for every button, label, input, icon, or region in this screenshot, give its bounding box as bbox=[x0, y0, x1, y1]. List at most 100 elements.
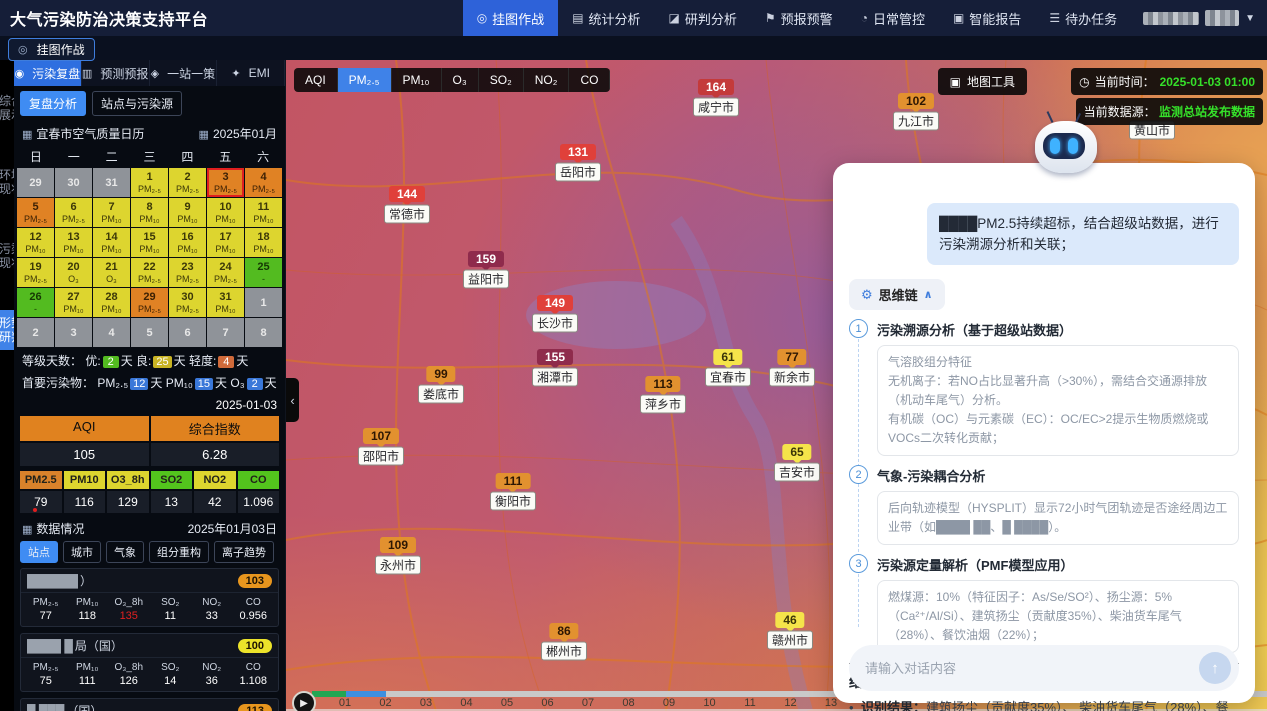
calendar-day-4[interactable]: 4PM₂.₅ bbox=[245, 168, 282, 197]
calendar-day-19[interactable]: 19PM₂.₅ bbox=[17, 258, 54, 287]
calendar-day-11[interactable]: 11PM₁₀ bbox=[245, 198, 282, 227]
city-label-赣州市[interactable]: 赣州市 bbox=[767, 631, 813, 650]
nav-item-预报预警[interactable]: ⚑预报预警 bbox=[751, 0, 847, 36]
nav-item-统计分析[interactable]: ▤统计分析 bbox=[558, 0, 654, 36]
city-label-常德市[interactable]: 常德市 bbox=[384, 205, 430, 224]
city-value-badge[interactable]: 131 bbox=[560, 144, 596, 160]
station-card[interactable]: ████ █局（国）100PM₂.₅PM₁₀O₃_8hSO₂NO₂CO75111… bbox=[20, 633, 279, 692]
calendar-day-5[interactable]: 5PM₂.₅ bbox=[17, 198, 54, 227]
calendar-day-9[interactable]: 9PM₁₀ bbox=[169, 198, 206, 227]
city-label-娄底市[interactable]: 娄底市 bbox=[418, 385, 464, 404]
calendar-day-21[interactable]: 21O₃ bbox=[93, 258, 130, 287]
calendar-day-10[interactable]: 10PM₁₀ bbox=[207, 198, 244, 227]
map-tab-AQI[interactable]: AQI bbox=[294, 68, 338, 92]
city-value-badge[interactable]: 149 bbox=[537, 295, 573, 311]
map-tab-SO₂[interactable]: SO₂ bbox=[479, 68, 524, 92]
calendar-day-26[interactable]: 26- bbox=[17, 288, 54, 317]
city-value-badge[interactable]: 113 bbox=[645, 376, 680, 392]
calendar-day-12[interactable]: 12PM₁₀ bbox=[17, 228, 54, 257]
panel-tab-预测预报[interactable]: ▥预测预报 bbox=[82, 60, 150, 86]
city-value-badge[interactable]: 109 bbox=[380, 537, 416, 553]
map-tab-NO₂[interactable]: NO₂ bbox=[524, 68, 570, 92]
tab-map-combat[interactable]: ◎ 挂图作战 bbox=[8, 38, 95, 61]
calendar-day-3[interactable]: 3 bbox=[55, 318, 92, 347]
map-tab-PM₁₀[interactable]: PM₁₀ bbox=[392, 68, 442, 92]
city-value-badge[interactable]: 99 bbox=[426, 366, 455, 382]
calendar-day-3[interactable]: 3PM₂.₅ bbox=[207, 168, 244, 197]
map-tab-PM₂.₅[interactable]: PM₂.₅ bbox=[338, 68, 392, 92]
calendar-month-select[interactable]: ▦2025年01月 bbox=[199, 125, 277, 142]
city-value-badge[interactable]: 164 bbox=[698, 79, 734, 95]
city-value-badge[interactable]: 46 bbox=[775, 612, 804, 628]
data-tab-城市[interactable]: 城市 bbox=[63, 541, 101, 563]
panel-tab-污染复盘[interactable]: ◉污染复盘 bbox=[14, 60, 82, 86]
calendar-day-22[interactable]: 22PM₂.₅ bbox=[131, 258, 168, 287]
calendar-day-8[interactable]: 8PM₁₀ bbox=[131, 198, 168, 227]
data-tab-站点[interactable]: 站点 bbox=[20, 541, 58, 563]
panel-collapse-handle[interactable]: ‹ bbox=[286, 378, 299, 422]
calendar-day-5[interactable]: 5 bbox=[131, 318, 168, 347]
city-label-长沙市[interactable]: 长沙市 bbox=[532, 314, 578, 333]
city-label-湘潭市[interactable]: 湘潭市 bbox=[532, 368, 578, 387]
city-value-badge[interactable]: 155 bbox=[537, 349, 573, 365]
city-label-吉安市[interactable]: 吉安市 bbox=[774, 463, 820, 482]
map-tab-O₃[interactable]: O₃ bbox=[442, 68, 479, 92]
play-button[interactable]: ▶ bbox=[292, 691, 316, 711]
strip-tab-形势研判[interactable]: 形势研判 bbox=[0, 310, 14, 350]
calendar-day-23[interactable]: 23PM₂.₅ bbox=[169, 258, 206, 287]
city-value-badge[interactable]: 159 bbox=[468, 251, 504, 267]
city-label-永州市[interactable]: 永州市 bbox=[375, 556, 421, 575]
panel-tab-一站一策[interactable]: ◈一站一策 bbox=[150, 60, 218, 86]
calendar-day-29[interactable]: 29 bbox=[17, 168, 54, 197]
city-label-邵阳市[interactable]: 邵阳市 bbox=[358, 447, 404, 466]
nav-item-研判分析[interactable]: ◪研判分析 bbox=[655, 0, 751, 36]
chat-input[interactable] bbox=[865, 661, 1199, 676]
nav-item-智能报告[interactable]: ▣智能报告 bbox=[939, 0, 1035, 36]
chain-of-thought-toggle[interactable]: ⚙ 思维链 ∧ bbox=[849, 279, 945, 310]
calendar-day-4[interactable]: 4 bbox=[93, 318, 130, 347]
city-label-咸宁市[interactable]: 咸宁市 bbox=[693, 98, 739, 117]
station-card[interactable]: █ ███（国）113PM₂.₅PM₁₀O₃_8hSO₂NO₂CO8511813… bbox=[20, 698, 279, 711]
calendar-day-8[interactable]: 8 bbox=[245, 318, 282, 347]
city-value-badge[interactable]: 102 bbox=[898, 93, 934, 109]
calendar-day-1[interactable]: 1PM₂.₅ bbox=[131, 168, 168, 197]
calendar-day-7[interactable]: 7PM₁₀ bbox=[93, 198, 130, 227]
calendar-day-16[interactable]: 16PM₁₀ bbox=[169, 228, 206, 257]
city-label-岳阳市[interactable]: 岳阳市 bbox=[555, 163, 601, 182]
map-tools-button[interactable]: ▣ 地图工具 bbox=[938, 68, 1027, 95]
city-label-新余市[interactable]: 新余市 bbox=[769, 368, 815, 387]
station-card[interactable]: ██████）103PM₂.₅PM₁₀O₃_8hSO₂NO₂CO77118135… bbox=[20, 568, 279, 627]
strip-tab-综合展示[interactable]: 综合展示 bbox=[0, 88, 14, 128]
city-label-九江市[interactable]: 九江市 bbox=[893, 112, 939, 131]
calendar-day-6[interactable]: 6PM₂.₅ bbox=[55, 198, 92, 227]
calendar-day-17[interactable]: 17PM₁₀ bbox=[207, 228, 244, 257]
city-label-萍乡市[interactable]: 萍乡市 bbox=[640, 395, 686, 414]
calendar-day-18[interactable]: 18PM₁₀ bbox=[245, 228, 282, 257]
calendar-day-25[interactable]: 25- bbox=[245, 258, 282, 287]
calendar-day-31[interactable]: 31PM₁₀ bbox=[207, 288, 244, 317]
city-value-badge[interactable]: 61 bbox=[713, 349, 742, 365]
calendar-day-2[interactable]: 2PM₂.₅ bbox=[169, 168, 206, 197]
data-tab-组分重构[interactable]: 组分重构 bbox=[149, 541, 209, 563]
subtab-复盘分析[interactable]: 复盘分析 bbox=[20, 91, 86, 116]
calendar-day-2[interactable]: 2 bbox=[17, 318, 54, 347]
calendar-day-30[interactable]: 30PM₂.₅ bbox=[169, 288, 206, 317]
city-label-宜春市[interactable]: 宜春市 bbox=[705, 368, 751, 387]
calendar-day-24[interactable]: 24PM₂.₅ bbox=[207, 258, 244, 287]
city-value-badge[interactable]: 86 bbox=[549, 623, 578, 639]
nav-item-日常管控[interactable]: ◔日常管控 bbox=[847, 0, 939, 36]
strip-tab-环境现状[interactable]: 环境现状 bbox=[0, 162, 14, 202]
panel-tab-EMI[interactable]: ✦EMI bbox=[217, 60, 285, 86]
city-value-badge[interactable]: 144 bbox=[389, 186, 425, 202]
calendar-day-31[interactable]: 31 bbox=[93, 168, 130, 197]
city-value-badge[interactable]: 65 bbox=[782, 444, 811, 460]
map-tab-CO[interactable]: CO bbox=[569, 68, 610, 92]
subtab-站点与污染源[interactable]: 站点与污染源 bbox=[92, 91, 182, 116]
city-label-衡阳市[interactable]: 衡阳市 bbox=[490, 492, 536, 511]
calendar-day-28[interactable]: 28PM₁₀ bbox=[93, 288, 130, 317]
calendar-day-14[interactable]: 14PM₁₀ bbox=[93, 228, 130, 257]
city-label-郴州市[interactable]: 郴州市 bbox=[541, 642, 587, 661]
calendar-day-7[interactable]: 7 bbox=[207, 318, 244, 347]
calendar-day-29[interactable]: 29PM₂.₅ bbox=[131, 288, 168, 317]
calendar-day-13[interactable]: 13PM₁₀ bbox=[55, 228, 92, 257]
